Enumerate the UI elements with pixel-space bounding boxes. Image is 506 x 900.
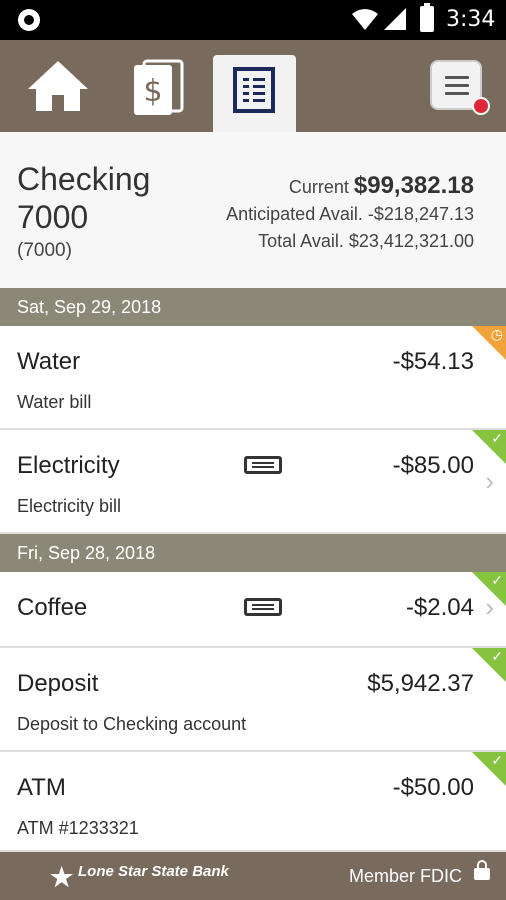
svg-text:$: $: [143, 74, 162, 109]
star-icon: ★: [50, 862, 74, 892]
document-list-icon: [233, 67, 275, 113]
total-balance: Total Avail. $23,412,321.00: [258, 231, 474, 251]
check-icon: ✓: [491, 430, 503, 446]
account-summary: Checking 7000 (7000) Current $99,382.18 …: [0, 132, 506, 288]
chevron-right-icon: ›: [485, 466, 494, 496]
transaction-amount: -$2.04: [405, 594, 474, 621]
wifi-icon: [352, 9, 378, 30]
tab-transactions[interactable]: [213, 55, 296, 132]
transaction-title: Electricity: [17, 452, 120, 479]
transaction-row[interactable]: ◷ Water -$54.13 Water bill: [0, 326, 506, 430]
account-number: (7000): [17, 240, 72, 261]
transaction-title: Coffee: [17, 594, 88, 621]
transaction-row[interactable]: ✓ Coffee -$2.04 ›: [0, 572, 506, 648]
date-header: Fri, Sep 28, 2018: [0, 534, 506, 572]
chevron-right-icon: ›: [485, 592, 494, 622]
notification-circle-icon: [18, 9, 40, 31]
card-icon: [244, 456, 282, 474]
current-balance: Current $99,382.18: [288, 172, 474, 199]
lock-icon: [474, 860, 490, 880]
status-bar: 3:34: [0, 0, 506, 40]
anticipated-balance: Anticipated Avail. -$218,247.13: [226, 204, 474, 224]
account-name: Checking 7000: [17, 161, 151, 235]
fdic-label: Member FDIC: [348, 866, 462, 886]
transaction-description: ATM #1233321: [17, 818, 139, 838]
transaction-title: ATM: [17, 774, 66, 801]
check-icon: ✓: [491, 752, 503, 768]
signal-icon: [384, 8, 406, 30]
transaction-amount: -$54.13: [392, 348, 474, 375]
tab-accounts[interactable]: $: [130, 55, 186, 132]
home-icon: [28, 61, 88, 111]
transaction-row[interactable]: ✓ Electricity -$85.00 › Electricity bill: [0, 430, 506, 534]
card-icon: [244, 598, 282, 616]
tab-home[interactable]: [26, 55, 90, 132]
transaction-description: Water bill: [17, 392, 92, 412]
footer: ★ Lone Star State Bank Member FDIC: [0, 852, 506, 900]
clock: 3:34: [446, 7, 496, 32]
date-header: Sat, Sep 29, 2018: [0, 288, 506, 326]
transaction-description: Deposit to Checking account: [17, 714, 247, 734]
notification-badge: [472, 97, 490, 115]
transaction-title: Deposit: [17, 670, 99, 697]
transaction-row[interactable]: ✓ ATM -$50.00 ATM #1233321: [0, 752, 506, 852]
clock-icon: ◷: [490, 326, 503, 342]
battery-icon: [420, 3, 434, 32]
check-icon: ✓: [491, 648, 503, 664]
transaction-amount: -$50.00: [392, 774, 474, 801]
transaction-amount: -$85.00: [392, 452, 474, 479]
check-icon: ✓: [491, 572, 503, 588]
transaction-row[interactable]: ✓ Deposit $5,942.37 Deposit to Checking …: [0, 648, 506, 752]
top-nav: $: [0, 40, 506, 132]
transaction-description: Electricity bill: [17, 496, 122, 516]
dollar-icon: $: [134, 59, 184, 115]
transaction-amount: $5,942.37: [367, 670, 474, 697]
transaction-title: Water: [17, 348, 81, 375]
